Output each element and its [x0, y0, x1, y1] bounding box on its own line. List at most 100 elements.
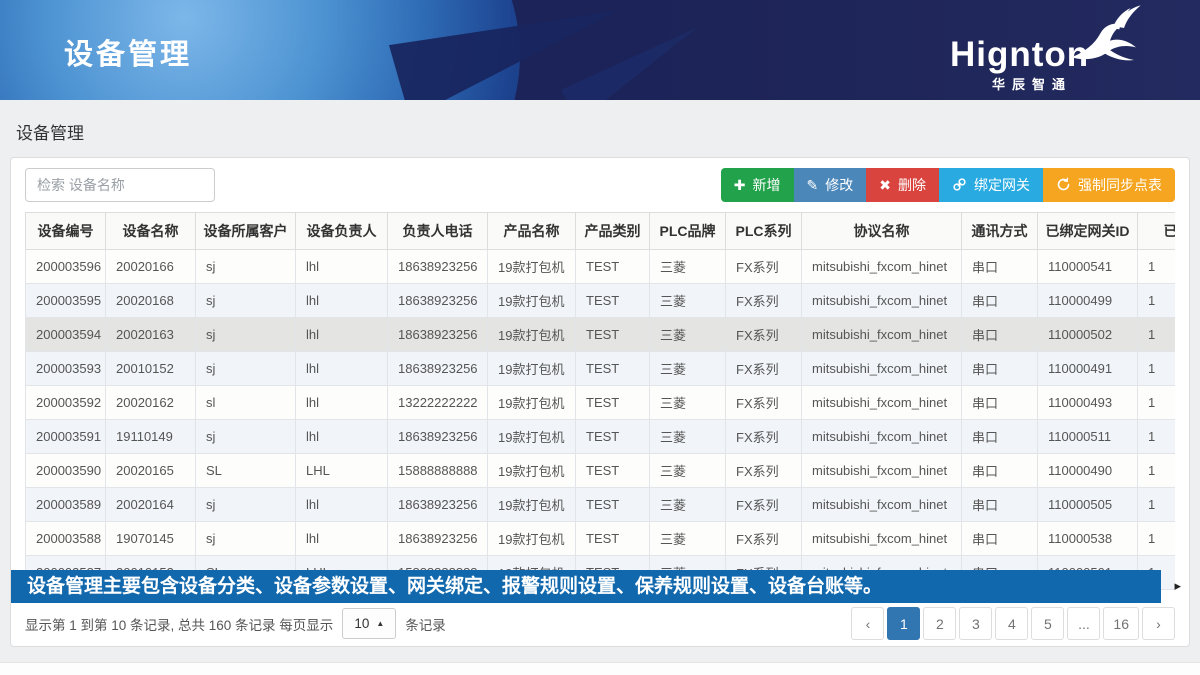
table-cell: 串口	[962, 488, 1038, 522]
table-row[interactable]: 20000359320010152sjlhl1863892325619款打包机T…	[26, 352, 1176, 386]
column-header[interactable]: 已绑定网关ID	[1038, 213, 1138, 250]
column-header[interactable]: 已绑	[1138, 213, 1176, 250]
table-cell: 18638923256	[388, 318, 488, 352]
table-row[interactable]: 20000359119110149sjlhl1863892325619款打包机T…	[26, 420, 1176, 454]
table-cell: 20020163	[106, 318, 196, 352]
table-cell: 三菱	[650, 386, 726, 420]
bottom-strip	[0, 662, 1200, 675]
refresh-icon	[1056, 177, 1071, 194]
table-cell: 19款打包机	[488, 386, 576, 420]
page-title: 设备管理	[0, 100, 1200, 157]
table-cell: FX系列	[726, 386, 802, 420]
table-row[interactable]: 20000359020020165SLLHL1588888888819款打包机T…	[26, 454, 1176, 488]
table-cell: FX系列	[726, 454, 802, 488]
table-cell: 200003592	[26, 386, 106, 420]
bind-gateway-button[interactable]: 绑定网关	[939, 168, 1043, 202]
table-cell: 110000491	[1038, 352, 1138, 386]
table-cell: 三菱	[650, 318, 726, 352]
table-cell: 18638923256	[388, 522, 488, 556]
caret-up-icon: ▲	[376, 619, 384, 628]
add-button[interactable]: ✚ 新增	[721, 168, 794, 202]
page-button-5[interactable]: 5	[1031, 607, 1064, 640]
table-cell: TEST	[576, 522, 650, 556]
column-header[interactable]: PLC品牌	[650, 213, 726, 250]
table-cell: 200003589	[26, 488, 106, 522]
table-row[interactable]: 20000358819070145sjlhl1863892325619款打包机T…	[26, 522, 1176, 556]
table-cell: 三菱	[650, 488, 726, 522]
force-sync-button[interactable]: 强制同步点表	[1043, 168, 1175, 202]
table-cell: FX系列	[726, 488, 802, 522]
column-header[interactable]: 通讯方式	[962, 213, 1038, 250]
page-size-dropdown[interactable]: 10 ▲	[342, 608, 396, 639]
scroll-right-arrow[interactable]: ▸	[1174, 578, 1181, 594]
table-cell: 1	[1138, 318, 1176, 352]
table-cell: 串口	[962, 352, 1038, 386]
table-cell: lhl	[296, 488, 388, 522]
page-button-2[interactable]: 2	[923, 607, 956, 640]
page-button-4[interactable]: 4	[995, 607, 1028, 640]
header-title: 设备管理	[64, 31, 192, 73]
table-cell: 19款打包机	[488, 352, 576, 386]
table-cell: 200003595	[26, 284, 106, 318]
table-row[interactable]: 20000359620020166sjlhl1863892325619款打包机T…	[26, 250, 1176, 284]
next-page-button[interactable]: ›	[1142, 607, 1175, 640]
table-cell: 18638923256	[388, 488, 488, 522]
table-cell: 串口	[962, 250, 1038, 284]
table-cell: lhl	[296, 420, 388, 454]
table-cell: 1	[1138, 420, 1176, 454]
force-sync-button-label: 强制同步点表	[1078, 175, 1162, 195]
page-button-1[interactable]: 1	[887, 607, 920, 640]
column-header[interactable]: 设备名称	[106, 213, 196, 250]
table-row[interactable]: 20000358920020164sjlhl1863892325619款打包机T…	[26, 488, 1176, 522]
table-cell: TEST	[576, 488, 650, 522]
top-header: 设备管理 Hignton 华辰智通	[0, 0, 1200, 100]
page-size-value: 10	[354, 616, 369, 631]
table-cell: TEST	[576, 420, 650, 454]
column-header[interactable]: 设备负责人	[296, 213, 388, 250]
table-cell: 200003594	[26, 318, 106, 352]
table-cell: 串口	[962, 420, 1038, 454]
table-cell: 19款打包机	[488, 488, 576, 522]
table-cell: lhl	[296, 318, 388, 352]
table-cell: 三菱	[650, 352, 726, 386]
table-cell: lhl	[296, 522, 388, 556]
table-cell: 200003590	[26, 454, 106, 488]
table-cell: TEST	[576, 284, 650, 318]
pagination-summary-suffix: 条记录	[405, 614, 446, 634]
table-cell: mitsubishi_fxcom_hinet	[802, 250, 962, 284]
table-cell: 110000511	[1038, 420, 1138, 454]
page-button-16[interactable]: 16	[1103, 607, 1139, 640]
column-header[interactable]: 设备编号	[26, 213, 106, 250]
column-header[interactable]: PLC系列	[726, 213, 802, 250]
column-header[interactable]: 设备所属客户	[196, 213, 296, 250]
info-banner-text: 设备管理主要包含设备分类、设备参数设置、网关绑定、报警规则设置、保养规则设置、设…	[27, 576, 882, 597]
table-cell: 200003596	[26, 250, 106, 284]
table-cell: 18638923256	[388, 352, 488, 386]
table-cell: 串口	[962, 454, 1038, 488]
table-cell: TEST	[576, 454, 650, 488]
column-header[interactable]: 产品名称	[488, 213, 576, 250]
prev-page-button[interactable]: ‹	[851, 607, 884, 640]
page-button-3[interactable]: 3	[959, 607, 992, 640]
table-cell: mitsubishi_fxcom_hinet	[802, 284, 962, 318]
table-row[interactable]: 20000359420020163sjlhl1863892325619款打包机T…	[26, 318, 1176, 352]
info-banner: 设备管理主要包含设备分类、设备参数设置、网关绑定、报警规则设置、保养规则设置、设…	[11, 570, 1161, 603]
search-input[interactable]	[25, 168, 215, 202]
column-header[interactable]: 协议名称	[802, 213, 962, 250]
table-cell: 20020168	[106, 284, 196, 318]
delete-button[interactable]: ✖ 删除	[866, 168, 939, 202]
brand-subtitle: 华辰智通	[954, 74, 1110, 93]
table-row[interactable]: 20000359220020162sllhl1322222222219款打包机T…	[26, 386, 1176, 420]
page-ellipsis[interactable]: ...	[1067, 607, 1100, 640]
table-row[interactable]: 20000359520020168sjlhl1863892325619款打包机T…	[26, 284, 1176, 318]
column-header[interactable]: 产品类别	[576, 213, 650, 250]
table-cell: lhl	[296, 386, 388, 420]
bind-gateway-button-label: 绑定网关	[974, 175, 1030, 195]
edit-button[interactable]: ✎ 修改	[794, 168, 867, 202]
table-cell: FX系列	[726, 318, 802, 352]
table-cell: 110000538	[1038, 522, 1138, 556]
table-cell: mitsubishi_fxcom_hinet	[802, 488, 962, 522]
table-cell: 20020164	[106, 488, 196, 522]
column-header[interactable]: 负责人电话	[388, 213, 488, 250]
table-cell: mitsubishi_fxcom_hinet	[802, 420, 962, 454]
